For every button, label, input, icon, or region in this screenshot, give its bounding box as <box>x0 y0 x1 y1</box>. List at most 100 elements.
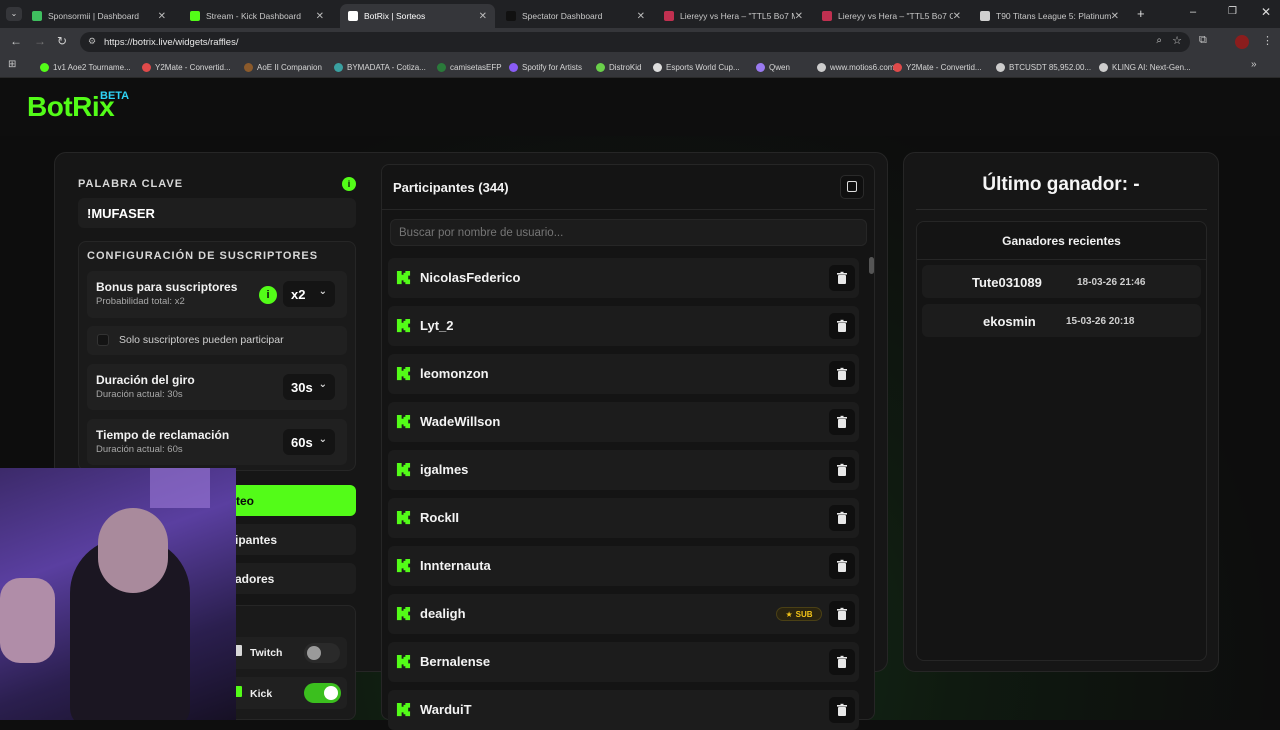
bonus-subtitle: Probabilidad total: x2 <box>96 296 185 307</box>
maximize-button[interactable]: ❐ <box>1228 6 1237 17</box>
bonus-select[interactable]: x2 ⌄ <box>283 281 335 307</box>
spin-duration-select[interactable]: 30s ⌄ <box>283 374 335 400</box>
browser-tab[interactable]: Liereyy vs Hera – "TTL5 Bo7 Ma ✕ <box>656 4 811 28</box>
tab-close-icon[interactable]: ✕ <box>316 11 324 22</box>
delete-participant-button[interactable] <box>829 457 855 483</box>
close-window-button[interactable]: ✕ <box>1261 5 1271 19</box>
delete-participant-button[interactable] <box>829 313 855 339</box>
forward-icon[interactable]: → <box>34 34 46 48</box>
bookmark-item[interactable]: Y2Mate - Convertid... <box>893 60 982 74</box>
participant-name: igalmes <box>420 462 469 477</box>
site-info-icon[interactable]: ⚙ <box>88 36 96 47</box>
tab-search-button[interactable]: ⌄ <box>6 7 22 21</box>
participant-row[interactable]: Lyt_2 <box>388 306 859 346</box>
participant-row[interactable]: Innternauta <box>388 546 859 586</box>
kick-logo-icon <box>396 414 411 429</box>
reload-icon[interactable]: ↻ <box>57 34 67 48</box>
bookmark-item[interactable]: KLING AI: Next-Gen... <box>1099 60 1191 74</box>
participants-scrollbar[interactable] <box>869 257 874 274</box>
keyword-input[interactable]: !MUFASER <box>78 198 356 228</box>
bookmark-favicon-icon <box>244 62 253 72</box>
kick-label: Kick <box>250 688 273 700</box>
participant-row[interactable]: igalmes <box>388 450 859 490</box>
subs-only-checkbox[interactable] <box>97 334 109 346</box>
url-input[interactable]: ⚙ https://botrix.live/widgets/raffles/ ⌕… <box>80 32 1190 52</box>
participant-row[interactable]: leomonzon <box>388 354 859 394</box>
winner-name: Tute031089 <box>972 275 1042 290</box>
tab-close-icon[interactable]: ✕ <box>1111 11 1119 22</box>
participant-row[interactable]: Bernalense <box>388 642 859 682</box>
bookmark-item[interactable]: camisetasEFP <box>437 60 502 74</box>
browser-tab[interactable]: Spectator Dashboard ✕ <box>498 4 653 28</box>
tab-close-icon[interactable]: ✕ <box>479 11 487 22</box>
browser-tab[interactable]: BotRix | Sorteos ✕ <box>340 4 495 28</box>
bookmark-favicon-icon <box>817 62 826 72</box>
delete-participant-button[interactable] <box>829 505 855 531</box>
bookmark-label: Y2Mate - Convertid... <box>155 62 231 72</box>
delete-participant-button[interactable] <box>829 553 855 579</box>
participant-name: WarduiT <box>420 702 472 717</box>
delete-participant-button[interactable] <box>829 409 855 435</box>
bookmark-label: Esports World Cup... <box>666 62 740 72</box>
delete-participant-button[interactable] <box>829 649 855 675</box>
back-icon[interactable]: ← <box>10 34 22 48</box>
delete-participant-button[interactable] <box>829 601 855 627</box>
tab-label: Spectator Dashboard <box>522 11 603 21</box>
minimize-button[interactable]: – <box>1190 6 1196 18</box>
apps-grid-icon[interactable]: ⊞ <box>8 59 16 70</box>
bookmark-item[interactable]: Esports World Cup... <box>653 60 740 74</box>
bookmark-item[interactable]: BYMADATA - Cotiza... <box>334 60 426 74</box>
bookmark-item[interactable]: Y2Mate - Convertid... <box>142 60 231 74</box>
tab-close-icon[interactable]: ✕ <box>158 11 166 22</box>
bookmark-label: DistroKid <box>609 62 642 72</box>
kick-logo-icon <box>396 462 411 477</box>
bookmark-item[interactable]: BTCUSDT 85,952.00... <box>996 60 1091 74</box>
profile-avatar[interactable] <box>1235 35 1249 49</box>
copy-button[interactable] <box>840 175 864 199</box>
bookmark-item[interactable]: www.motios6.com <box>817 60 894 74</box>
delete-participant-button[interactable] <box>829 697 855 723</box>
browser-tab[interactable]: Stream - Kick Dashboard ✕ <box>182 4 332 28</box>
kick-toggle[interactable] <box>304 683 341 703</box>
participant-row[interactable]: WarduiT <box>388 690 859 730</box>
extensions-icon[interactable]: ⧉ <box>1199 34 1207 47</box>
participant-row[interactable]: NicolasFederico <box>388 258 859 298</box>
bookmark-favicon-icon <box>596 62 605 72</box>
bonus-title: Bonus para suscriptores <box>96 280 238 294</box>
participant-name: leomonzon <box>420 366 489 381</box>
bookmark-item[interactable]: Qwen <box>756 60 790 74</box>
bonus-info-icon[interactable]: i <box>259 286 277 304</box>
delete-participant-button[interactable] <box>829 265 855 291</box>
tab-label: Sponsormii | Dashboard <box>48 11 140 21</box>
bookmark-item[interactable]: DistroKid <box>596 60 641 74</box>
browser-menu-icon[interactable]: ⋮ <box>1262 34 1273 47</box>
delete-participant-button[interactable] <box>829 361 855 387</box>
bookmark-item[interactable]: Spotify for Artists <box>509 60 582 74</box>
tab-close-icon[interactable]: ✕ <box>795 11 803 22</box>
participant-row[interactable]: dealigh ★ SUB <box>388 594 859 634</box>
claim-time-select[interactable]: 60s ⌄ <box>283 429 335 455</box>
subs-only-row[interactable]: Solo suscriptores pueden participar <box>87 326 347 355</box>
participant-search-input[interactable] <box>390 219 867 246</box>
tab-label: Stream - Kick Dashboard <box>206 11 301 21</box>
bookmark-label: Spotify for Artists <box>522 62 583 72</box>
browser-tab[interactable]: Sponsormii | Dashboard ✕ <box>24 4 174 28</box>
keyword-info-icon[interactable]: i <box>342 177 356 191</box>
participant-row[interactable]: WadeWillson <box>388 402 859 442</box>
twitch-toggle[interactable] <box>304 643 340 663</box>
browser-tab[interactable]: T90 Titans League 5: Platinum ✕ <box>972 4 1127 28</box>
tab-close-icon[interactable]: ✕ <box>637 11 645 22</box>
participants-button-label: ipantes <box>235 533 278 547</box>
bookmark-star-icon[interactable]: ☆ <box>1172 34 1182 47</box>
participant-row[interactable]: RockII <box>388 498 859 538</box>
bookmark-item[interactable]: AoE II Companion <box>244 60 322 74</box>
bookmark-item[interactable]: 1v1 Aoe2 Tourname... <box>40 60 131 74</box>
tab-close-icon[interactable]: ✕ <box>953 11 961 22</box>
participants-title: Participantes (344) <box>393 180 509 195</box>
trash-icon <box>837 415 847 428</box>
browser-tab[interactable]: Liereyy vs Hera – "TTL5 Bo7 Civ ✕ <box>814 4 969 28</box>
winner-divider <box>916 209 1207 210</box>
new-tab-button[interactable]: + <box>1137 6 1145 21</box>
more-bookmarks-icon[interactable]: » <box>1251 59 1257 70</box>
zoom-icon[interactable]: ⌕ <box>1156 35 1162 46</box>
